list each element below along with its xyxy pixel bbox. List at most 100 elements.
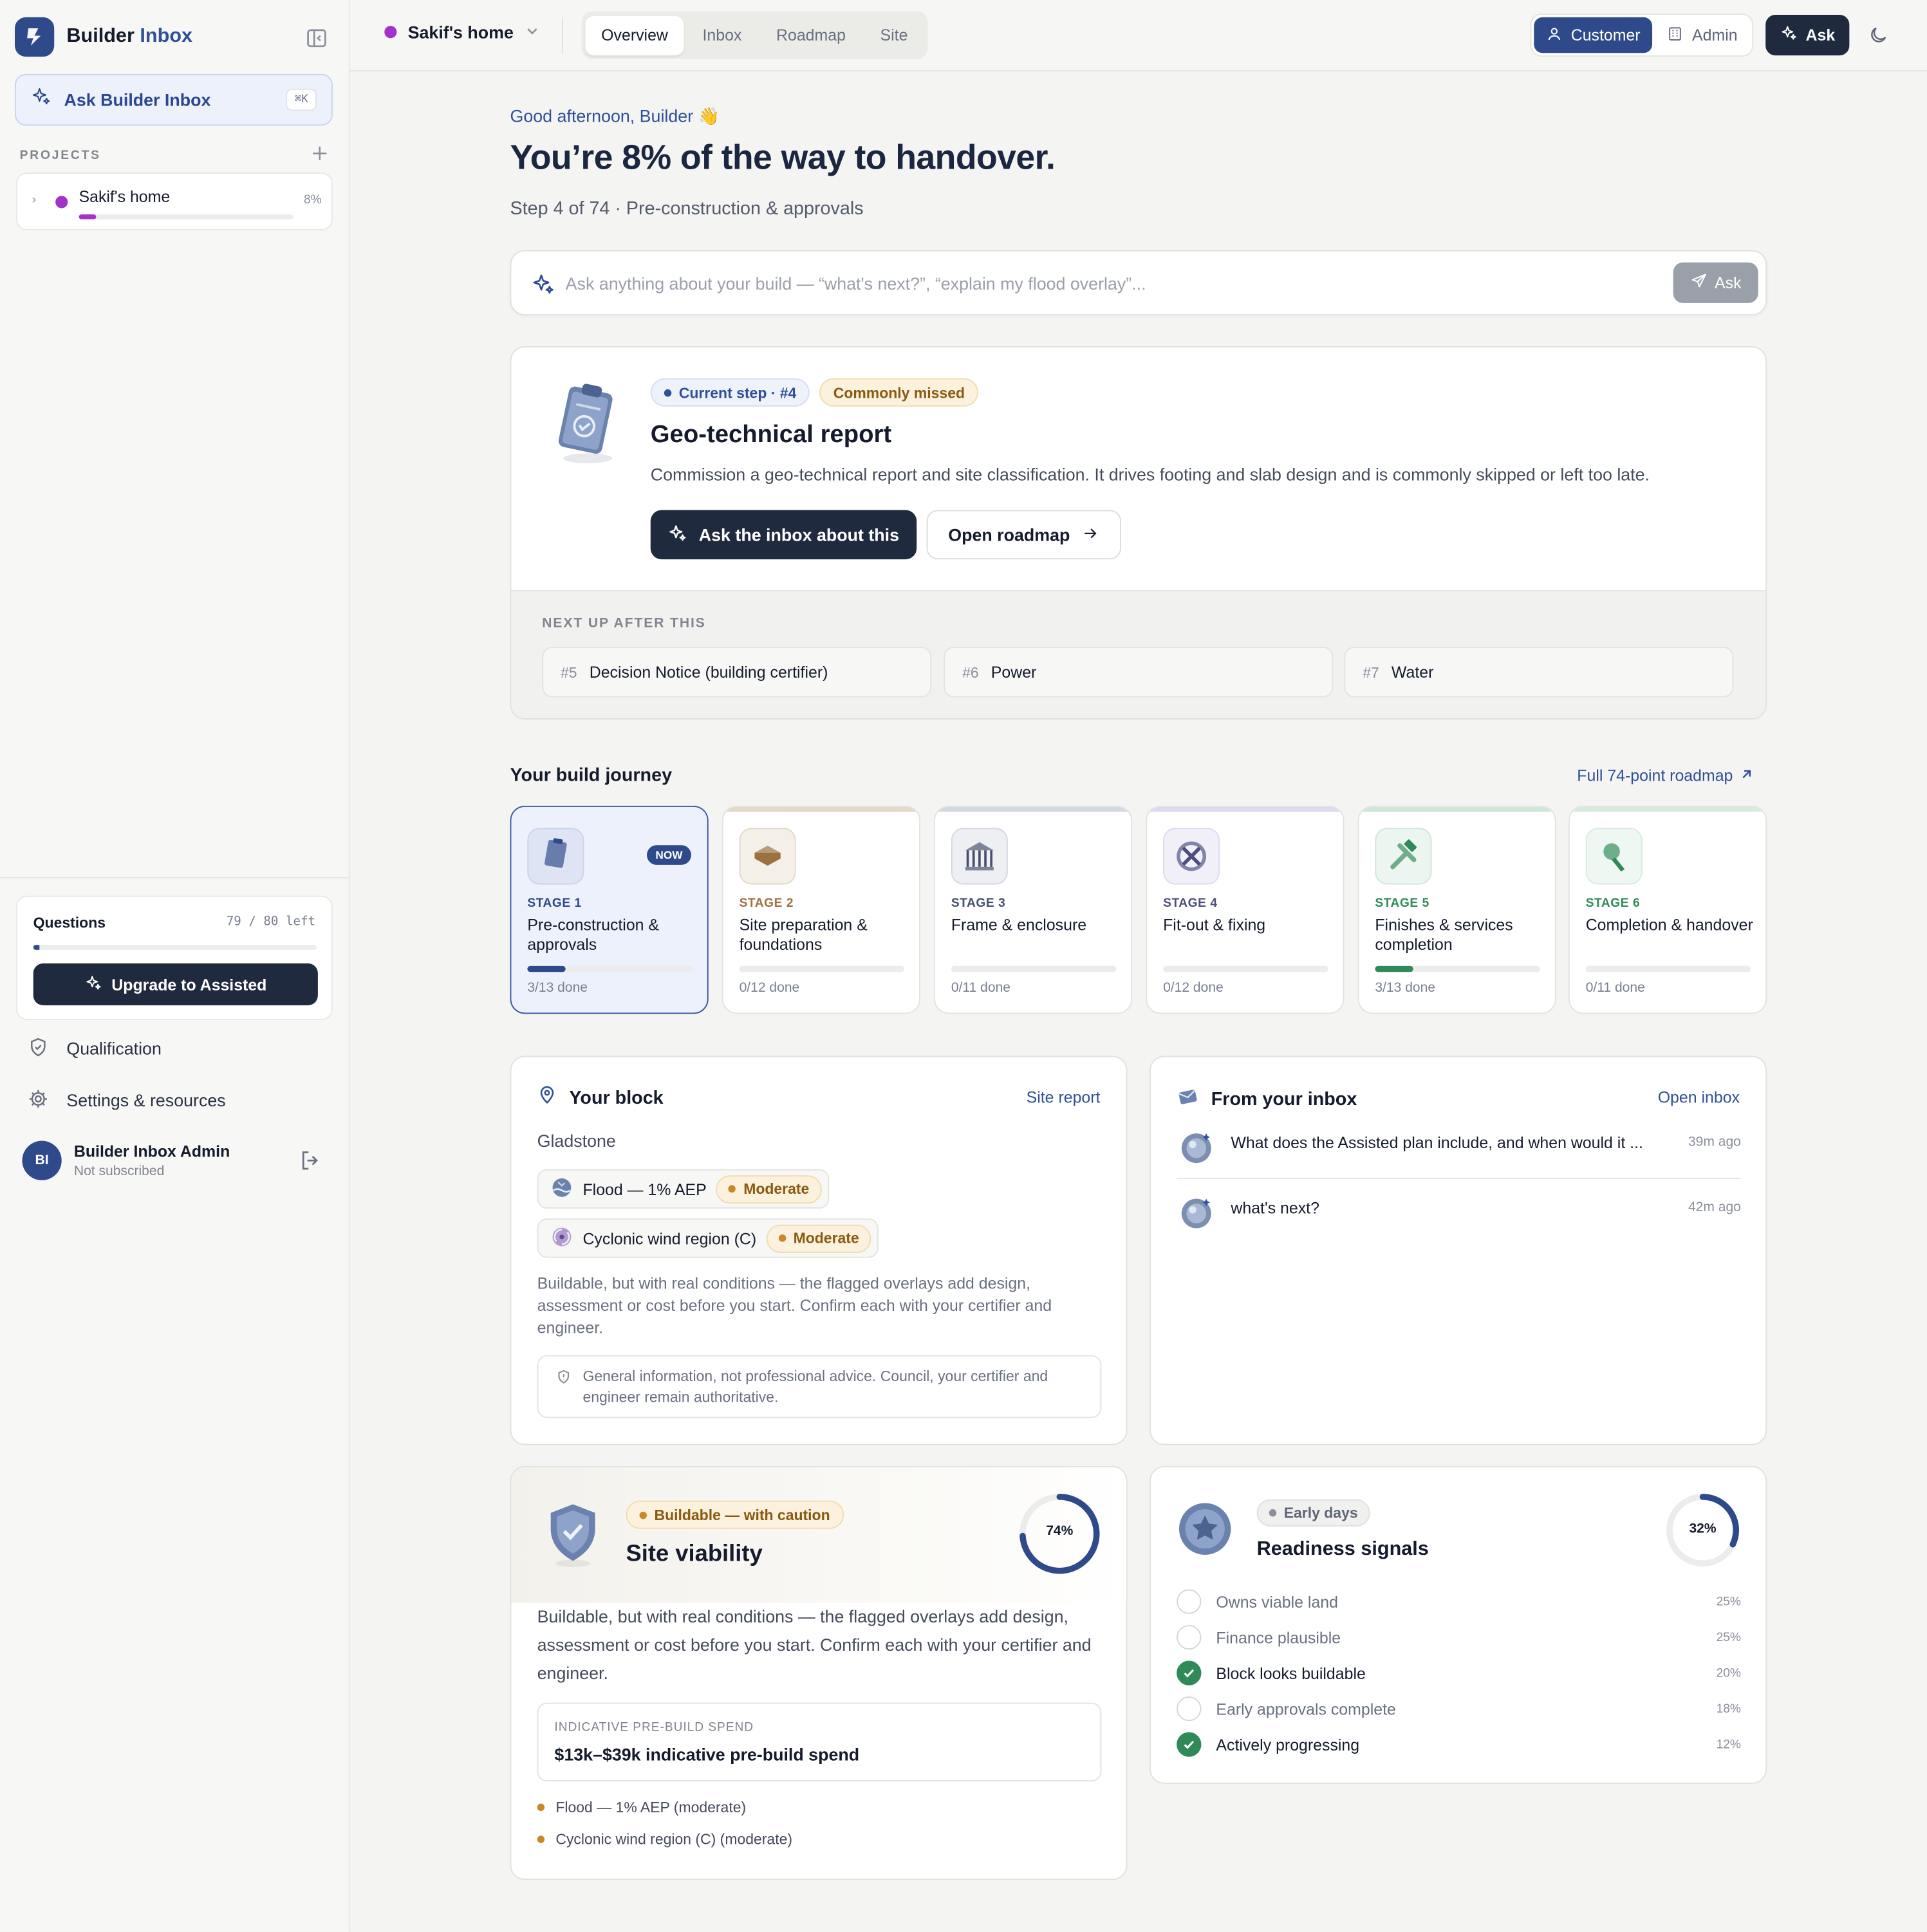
arrow-up-right-icon — [1740, 766, 1754, 785]
tab-inbox[interactable]: Inbox — [687, 15, 758, 55]
logout-icon[interactable] — [298, 1148, 322, 1179]
viability-title: Site viability — [626, 1541, 763, 1567]
message-text: what's next? — [1231, 1198, 1319, 1218]
tab-roadmap[interactable]: Roadmap — [760, 15, 862, 55]
stage-progress-fill — [527, 965, 566, 972]
open-roadmap-button[interactable]: Open roadmap — [926, 510, 1122, 560]
upgrade-button[interactable]: Upgrade to Assisted — [33, 963, 318, 1006]
check-circle-icon — [1177, 1660, 1202, 1686]
stage-card-2[interactable]: STAGE 2 Site preparation & foundations 0/1… — [721, 805, 920, 1014]
signal-label: Block looks buildable — [1216, 1664, 1366, 1682]
avatar: BI — [22, 1140, 62, 1180]
sidebar-link-label: Settings & resources — [66, 1090, 226, 1110]
stage-label: STAGE 4 — [1163, 896, 1218, 911]
stage-name: Completion & handover — [1585, 915, 1753, 934]
ask-button[interactable]: Ask — [1765, 14, 1850, 56]
step-subtitle: Step 4 of 74 · Pre-construction & approv… — [510, 198, 864, 219]
message-text: What does the Assisted plan include, and… — [1231, 1133, 1643, 1152]
full-roadmap-link[interactable]: Full 74-point roadmap — [1577, 766, 1754, 785]
disclaimer-text: General information, not professional ad… — [582, 1367, 1048, 1406]
user-profile[interactable]: BI Builder Inbox Admin Not subscribed — [22, 1140, 330, 1182]
stage-card-1[interactable]: NOW STAGE 1 Pre-construction & approvals 3/… — [510, 805, 709, 1014]
stage-label: STAGE 3 — [951, 896, 1006, 911]
shield-icon — [555, 1369, 572, 1391]
sidebar-link-settings[interactable]: Settings & resources — [27, 1086, 226, 1113]
readiness-card: Early days Readiness signals 32% Owns vi… — [1150, 1466, 1767, 1784]
tab-overview[interactable]: Overview — [585, 15, 684, 55]
commonly-missed-badge: Commonly missed — [819, 378, 979, 407]
project-percent: 8% — [303, 193, 322, 207]
sidebar-collapse-icon[interactable] — [306, 27, 328, 49]
inbox-message[interactable]: what's next? 42m ago — [1177, 1191, 1741, 1241]
message-time: 42m ago — [1688, 1200, 1741, 1215]
inbox-message[interactable]: What does the Assisted plan include, and… — [1177, 1126, 1741, 1176]
signal-label: Early approvals complete — [1216, 1699, 1396, 1718]
user-name: Builder Inbox Admin — [73, 1142, 230, 1161]
spend-value: $13k–$39k indicative pre-build spend — [554, 1744, 860, 1765]
add-project-icon[interactable] — [312, 145, 328, 165]
stage-accent-line — [1147, 806, 1343, 812]
role-customer-button[interactable]: Customer — [1534, 17, 1653, 53]
ask-submit-button[interactable]: Ask — [1673, 262, 1758, 303]
ask-inbox-about-this-button[interactable]: Ask the inbox about this — [650, 510, 917, 560]
chevron-right-icon[interactable]: › — [32, 194, 36, 207]
block-summary: Buildable, but with real conditions — th… — [537, 1274, 1052, 1337]
project-selector[interactable]: Sakif's home — [384, 22, 539, 42]
stage-progress-bar — [1163, 965, 1328, 972]
stage-done-count: 3/13 done — [1375, 980, 1436, 996]
clipboard-icon — [546, 377, 625, 466]
next-step-item[interactable]: #6 Power — [944, 647, 1334, 698]
stage-progress-bar — [527, 965, 693, 972]
stage-card-6[interactable]: STAGE 6 Completion & handover 0/11 done — [1568, 805, 1767, 1014]
readiness-signal: Owns viable land 25% — [1177, 1588, 1741, 1615]
button-label: Ask the inbox about this — [698, 525, 900, 545]
stage-card-3[interactable]: STAGE 3 Frame & enclosure 0/11 done — [934, 805, 1133, 1014]
sparkle-icon — [84, 974, 102, 995]
foundation-icon — [739, 828, 796, 885]
project-color-dot — [384, 26, 397, 39]
greeting: Good afternoon, Builder 👋 — [510, 106, 720, 126]
viability-badge: Buildable — with caution — [626, 1500, 844, 1529]
gear-icon — [27, 1087, 49, 1113]
risk-level-badge: Moderate — [766, 1223, 871, 1252]
moon-icon[interactable] — [1868, 24, 1889, 51]
viability-item: Flood — 1% AEP (moderate) — [537, 1799, 746, 1816]
stage-card-4[interactable]: STAGE 4 Fit-out & fixing 0/12 done — [1146, 805, 1345, 1014]
project-item[interactable]: › Sakif's home 8% — [15, 172, 333, 230]
inbox-header: From your inbox — [1177, 1085, 1357, 1112]
chat-bubble-icon — [1179, 1131, 1211, 1164]
role-switcher: Customer Admin — [1530, 14, 1754, 57]
brand[interactable]: Builder Inbox — [14, 17, 192, 57]
sparkle-icon — [1780, 24, 1797, 46]
ask-input[interactable] — [565, 268, 1650, 299]
stage-card-5[interactable]: STAGE 5 Finishes & services completion 3/1… — [1357, 805, 1556, 1014]
questions-title: Questions — [33, 914, 106, 932]
step-badges: Current step · #4 Commonly missed — [650, 378, 979, 407]
next-step-item[interactable]: #5 Decision Notice (building certifier) — [542, 647, 932, 698]
projects-header: PROJECTS — [20, 145, 328, 165]
readiness-percent: 32% — [1689, 1521, 1717, 1537]
inbox-card: From your inbox Open inbox What does the… — [1150, 1055, 1767, 1445]
stage-done-count: 0/12 done — [1163, 980, 1224, 996]
sidebar-link-qualification[interactable]: Qualification — [27, 1035, 162, 1062]
ask-builder-inbox-button[interactable]: Ask Builder Inbox ⌘K — [14, 73, 333, 126]
open-inbox-link[interactable]: Open inbox — [1658, 1088, 1740, 1106]
stage-accent-line — [723, 806, 920, 812]
page-title: You’re 8% of the way to handover. — [510, 138, 1056, 176]
site-report-link[interactable]: Site report — [1027, 1088, 1101, 1106]
current-step-card: Current step · #4 Commonly missed Geo-te… — [510, 346, 1767, 720]
signal-weight: 18% — [1716, 1702, 1741, 1716]
tab-site[interactable]: Site — [864, 15, 924, 55]
signal-weight: 12% — [1716, 1738, 1741, 1752]
stage-progress-bar — [951, 965, 1117, 972]
send-icon — [1690, 272, 1708, 293]
readiness-title: Readiness signals — [1256, 1538, 1429, 1560]
sparkle-icon — [668, 523, 688, 546]
journey-heading: Your build journey — [510, 765, 673, 786]
role-admin-button[interactable]: Admin — [1655, 17, 1750, 53]
clipboard-icon — [527, 828, 584, 885]
signal-label: Owns viable land — [1216, 1592, 1338, 1611]
logo-icon — [14, 17, 55, 57]
next-step-item[interactable]: #7 Water — [1344, 647, 1734, 698]
questions-progress-bar — [33, 945, 317, 950]
